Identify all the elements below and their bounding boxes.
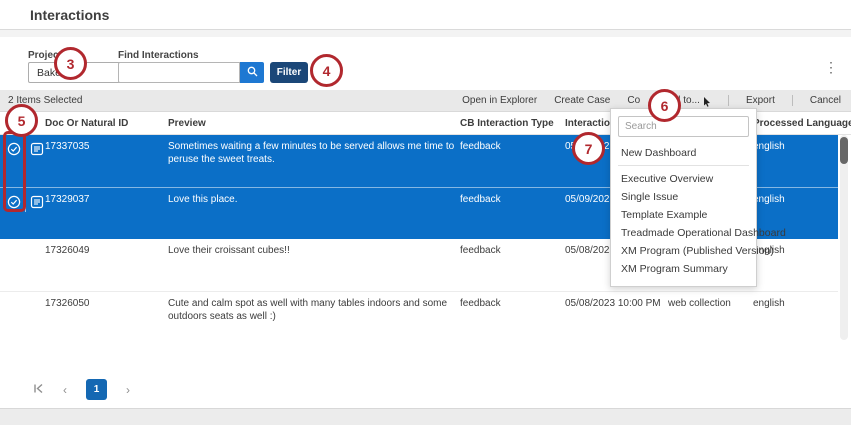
- toolbar-separator: [792, 95, 793, 106]
- toolbar-separator: [728, 95, 729, 106]
- find-interactions-input[interactable]: [118, 62, 240, 83]
- annotation-circle-5: 5: [5, 104, 38, 137]
- annotation-rectangle: [3, 131, 26, 212]
- filter-button[interactable]: Filter: [270, 62, 308, 83]
- search-button[interactable]: [240, 62, 264, 83]
- menu-item-treadmade-operational-dashboard[interactable]: Treadmade Operational Dashboard: [618, 224, 749, 242]
- cell-date: 05/08/2023: [565, 245, 615, 256]
- cell-type: feedback: [460, 298, 501, 309]
- first-page-icon[interactable]: [33, 380, 44, 400]
- find-interactions-label: Find Interactions: [118, 50, 199, 61]
- cell-preview: Love this place.: [168, 194, 460, 207]
- pagination: ‹ 1 ›: [33, 379, 130, 400]
- send-to-menu: New Dashboard Executive Overview Single …: [610, 108, 757, 287]
- menu-item-executive-overview[interactable]: Executive Overview: [618, 170, 749, 188]
- annotation-circle-6: 6: [648, 89, 681, 122]
- col-header-doc-id[interactable]: Doc Or Natural ID: [45, 118, 128, 129]
- document-icon[interactable]: [30, 195, 44, 214]
- cell-preview: Cute and calm spot as well with many tab…: [168, 298, 460, 323]
- menu-item-xm-program-published[interactable]: XM Program (Published Version): [618, 242, 749, 260]
- cell-date: 05/08/2023 10:00 PM: [565, 298, 661, 309]
- cell-doc-id: 17326050: [45, 298, 90, 309]
- cell-language: english: [753, 141, 785, 152]
- cell-language: english: [753, 194, 785, 205]
- overflow-menu-icon[interactable]: ⋮: [824, 59, 838, 75]
- cell-type: feedback: [460, 141, 501, 152]
- title-strip: [0, 30, 851, 37]
- col-header-preview[interactable]: Preview: [168, 118, 206, 129]
- scrollbar-thumb[interactable]: [840, 137, 848, 164]
- cell-doc-id: 17337035: [45, 141, 90, 152]
- cell-doc-id: 17329037: [45, 194, 90, 205]
- col-header-language[interactable]: Processed Language: [753, 118, 851, 129]
- current-page-button[interactable]: 1: [86, 379, 107, 400]
- menu-item-single-issue[interactable]: Single Issue: [618, 188, 749, 206]
- cell-language: english: [753, 298, 785, 309]
- cell-preview: Sometimes waiting a few minutes to be se…: [168, 141, 460, 166]
- prev-page-icon[interactable]: ‹: [63, 380, 67, 400]
- menu-item-xm-program-summary[interactable]: XM Program Summary: [618, 260, 749, 278]
- menu-item-template-example[interactable]: Template Example: [618, 206, 749, 224]
- page-title: Interactions: [30, 7, 109, 23]
- cell-date: 05/09/2023: [565, 194, 615, 205]
- next-page-icon[interactable]: ›: [126, 380, 130, 400]
- hidden-action[interactable]: Co: [627, 95, 640, 106]
- vertical-scrollbar[interactable]: [840, 135, 848, 340]
- col-header-type[interactable]: CB Interaction Type: [460, 118, 554, 129]
- cell-type: feedback: [460, 194, 501, 205]
- create-case-action[interactable]: Create Case: [554, 95, 610, 106]
- annotation-circle-3: 3: [54, 47, 87, 80]
- open-in-explorer-action[interactable]: Open in Explorer: [462, 95, 537, 106]
- cancel-action[interactable]: Cancel: [810, 95, 841, 106]
- menu-item-new-dashboard[interactable]: New Dashboard: [618, 144, 749, 166]
- export-action[interactable]: Export: [746, 95, 775, 106]
- annotation-circle-4: 4: [310, 54, 343, 87]
- cell-type: feedback: [460, 245, 501, 256]
- menu-items: New Dashboard Executive Overview Single …: [618, 144, 749, 278]
- cell-doc-id: 17326049: [45, 245, 90, 256]
- cell-preview: Love their croissant cubes!!: [168, 245, 460, 258]
- interactions-screen: Interactions Project Bakeries ▾ Find Int…: [0, 0, 851, 425]
- annotation-circle-7: 7: [572, 132, 605, 165]
- menu-search-input[interactable]: [618, 116, 749, 137]
- table-row[interactable]: 17326050 Cute and calm spot as well with…: [0, 291, 838, 343]
- document-icon[interactable]: [30, 142, 44, 161]
- cell-source: web collection: [668, 298, 731, 309]
- footer-bar: [0, 408, 851, 425]
- search-icon: [247, 65, 258, 80]
